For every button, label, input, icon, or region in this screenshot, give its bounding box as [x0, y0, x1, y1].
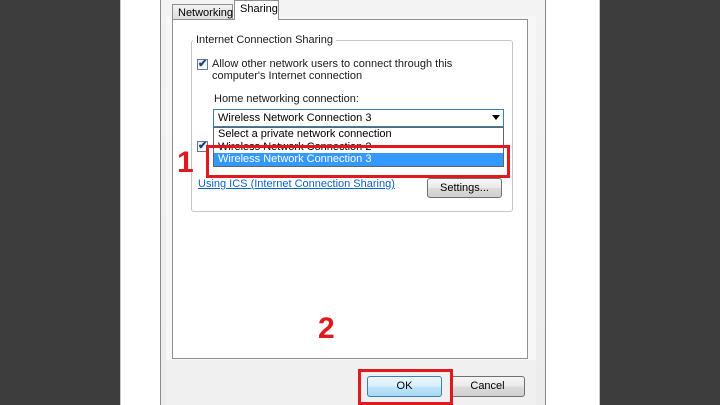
allow-sharing-label: Allow other network users to connect thr… [212, 58, 453, 82]
home-networking-label: Home networking connection: [214, 93, 359, 105]
allow-sharing-checkbox[interactable]: ✔ [197, 58, 208, 70]
background-left [0, 0, 120, 405]
checkmark-icon: ✔ [198, 140, 208, 152]
allow-control-checkbox[interactable]: ✔ [197, 140, 208, 152]
checkmark-icon: ✔ [198, 58, 208, 70]
dropdown-option[interactable]: Wireless Network Connection 2 [214, 141, 503, 153]
dropdown-option-selected[interactable]: Wireless Network Connection 3 [214, 153, 503, 166]
home-networking-value: Wireless Network Connection 3 [218, 112, 372, 124]
connection-dropdown-list: Select a private network connection Wire… [213, 127, 504, 167]
dropdown-option[interactable]: Select a private network connection [214, 128, 503, 140]
step-number-1: 1 [177, 146, 194, 179]
chevron-down-icon [492, 115, 500, 120]
tab-sharing[interactable]: Sharing [234, 0, 279, 20]
tab-networking[interactable]: Networking [172, 4, 233, 20]
cancel-button[interactable]: Cancel [450, 376, 525, 397]
ok-button[interactable]: OK [367, 376, 442, 397]
ics-group-legend: Internet Connection Sharing [193, 34, 336, 46]
step-number-2: 2 [318, 312, 335, 345]
background-right [600, 0, 720, 405]
ics-help-link[interactable]: Using ICS (Internet Connection Sharing) [198, 178, 395, 190]
home-networking-select[interactable]: Wireless Network Connection 3 [213, 109, 504, 127]
settings-button[interactable]: Settings... [427, 178, 502, 198]
